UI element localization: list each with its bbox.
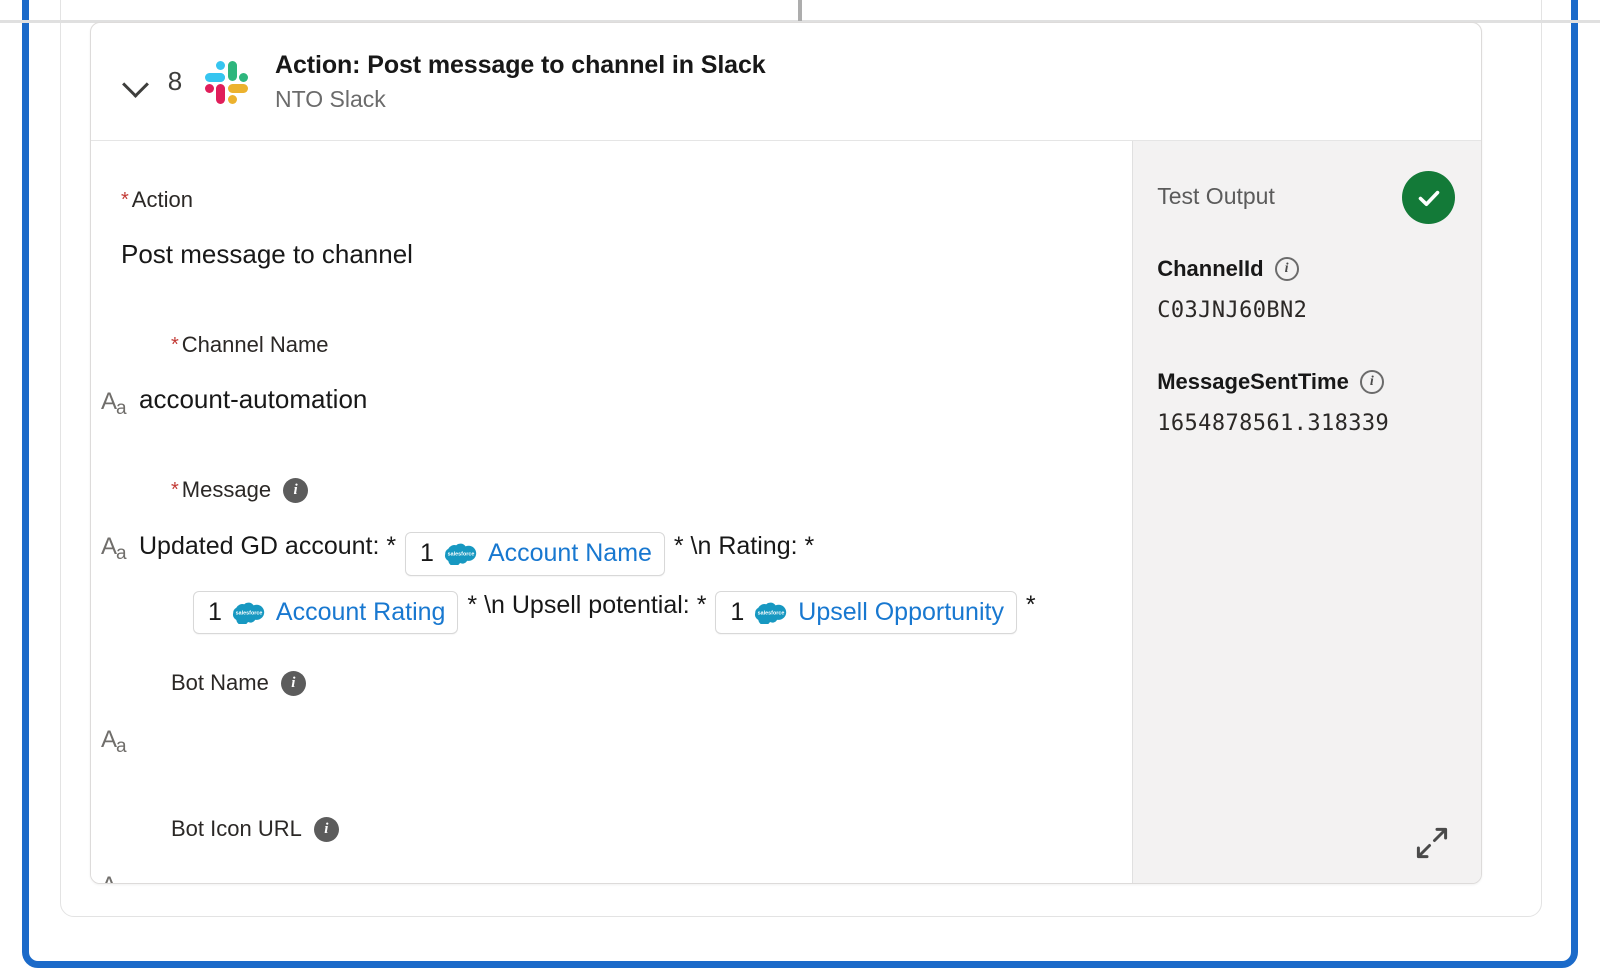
message-label-text: Message — [181, 477, 272, 502]
action-config-pane: * Action Post message to channel * Chann… — [91, 141, 1133, 884]
action-card-header[interactable]: 8 Action: Post message to channel in Sla… — [91, 23, 1481, 141]
message-text-segment: * — [1025, 590, 1036, 619]
pill-index: 1 — [420, 539, 434, 567]
text-type-icon: Aa — [101, 726, 127, 757]
channel-name-label-text: Channel Name — [181, 332, 329, 357]
info-icon[interactable]: i — [313, 816, 339, 842]
slack-logo-icon — [203, 59, 249, 105]
required-marker: * — [121, 189, 129, 211]
output-key-text: ChannelId — [1157, 256, 1264, 281]
pill-index: 1 — [208, 597, 222, 626]
channel-name-row: Aa account-automation — [91, 384, 1132, 419]
flow-builder-canvas: 8 Action: Post message to channel in Sla… — [0, 0, 1600, 975]
flow-connector-line — [798, 0, 802, 21]
info-icon[interactable]: i — [283, 477, 309, 503]
salesforce-cloud-icon: salesforce — [754, 601, 788, 624]
text-type-icon: Aa — [91, 874, 139, 884]
text-type-icon: Aa — [101, 388, 127, 419]
action-field-label: * Action — [91, 187, 1132, 213]
output-key-channelid: ChannelId i — [1157, 256, 1481, 282]
bot-icon-url-row: Aa — [91, 868, 1132, 884]
message-row: Aa Updated GD account: * 1 salesforce Ac… — [91, 529, 1132, 634]
action-subtitle: NTO Slack — [275, 85, 386, 112]
test-output-pane: Test Output ChannelId i C03JNJ60BN2 Mess… — [1132, 141, 1481, 883]
bot-icon-url-label: Bot Icon URL i — [91, 816, 1132, 842]
salesforce-cloud-icon: salesforce — [444, 542, 478, 566]
svg-text:salesforce: salesforce — [448, 552, 475, 558]
required-marker: * — [171, 334, 179, 356]
action-label-text: Action — [131, 187, 193, 212]
message-label: * Message i — [91, 477, 1132, 503]
pill-label: Account Name — [487, 539, 652, 567]
success-check-icon — [1402, 171, 1455, 224]
pill-index: 1 — [730, 597, 745, 626]
info-icon[interactable]: i — [280, 670, 306, 696]
salesforce-cloud-icon: salesforce — [232, 601, 266, 624]
step-number: 8 — [167, 66, 183, 96]
action-field-value[interactable]: Post message to channel — [91, 239, 1132, 270]
output-value-channelid: C03JNJ60BN2 — [1157, 298, 1308, 323]
required-marker: * — [171, 479, 179, 501]
message-rich-text[interactable]: Updated GD account: * 1 salesforce Accou… — [139, 529, 1076, 634]
info-icon[interactable]: i — [1274, 257, 1299, 281]
info-icon[interactable]: i — [1359, 370, 1384, 394]
pill-label: Account Rating — [275, 597, 446, 626]
output-value-messagesenttime: 1654878561.318339 — [1157, 411, 1390, 436]
action-card-body: * Action Post message to channel * Chann… — [91, 141, 1481, 884]
bot-name-label: Bot Name i — [91, 670, 1132, 696]
message-text-segment: * \n Rating: * — [673, 532, 815, 560]
pill-label: Upsell Opportunity — [798, 597, 1004, 626]
bot-name-label-text: Bot Name — [171, 670, 269, 695]
bot-name-row: Aa — [91, 722, 1132, 757]
action-step-card: 8 Action: Post message to channel in Sla… — [90, 22, 1482, 884]
channel-name-label: * Channel Name — [91, 332, 1132, 358]
message-text-segment: * \n Upsell potential: * — [467, 590, 707, 619]
chevron-down-icon[interactable] — [119, 65, 153, 99]
merge-field-pill-upsell-opportunity[interactable]: 1 salesforce Upsell Opportunity — [715, 590, 1017, 634]
svg-text:salesforce: salesforce — [236, 610, 263, 616]
merge-field-pill-account-rating[interactable]: 1 salesforce Account Rating — [193, 590, 459, 634]
channel-name-value[interactable]: account-automation — [139, 384, 367, 415]
output-key-text: MessageSentTime — [1157, 369, 1349, 394]
expand-diagonal-icon[interactable] — [1415, 826, 1449, 860]
action-title: Action: Post message to channel in Slack — [275, 51, 766, 80]
bot-icon-url-label-text: Bot Icon URL — [171, 816, 302, 841]
message-second-line: 1 salesforce Account Rating * \n Upsell … — [139, 588, 1036, 634]
output-key-messagesenttime: MessageSentTime i — [1157, 369, 1481, 395]
message-text-segment: Updated GD account: * — [139, 532, 397, 560]
merge-field-pill-account-name[interactable]: 1 salesforce Account Name — [405, 532, 665, 576]
svg-text:salesforce: salesforce — [758, 610, 785, 616]
text-type-icon: Aa — [101, 533, 127, 564]
action-card-header-text: Action: Post message to channel in Slack… — [275, 50, 766, 112]
